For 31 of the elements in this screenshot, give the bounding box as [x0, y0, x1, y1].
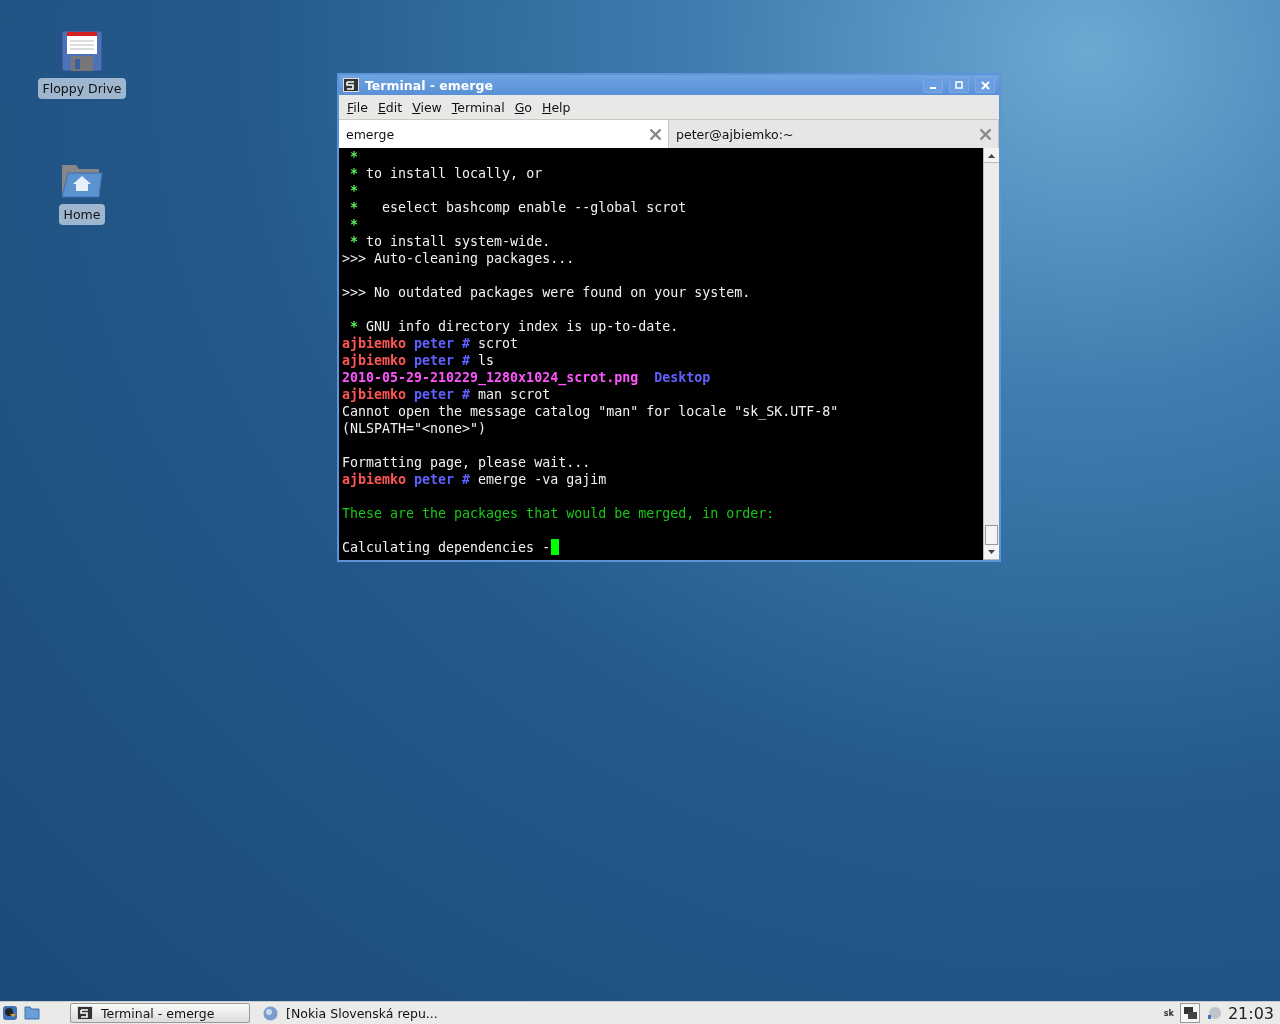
maximize-icon	[955, 81, 963, 89]
network-icon[interactable]	[1179, 1003, 1200, 1023]
close-tab-icon[interactable]	[979, 127, 992, 141]
clock[interactable]: 21:03	[1227, 1003, 1278, 1023]
maximize-button[interactable]	[949, 77, 969, 93]
globe-icon	[263, 1005, 278, 1021]
keyboard-layout[interactable]: sk	[1163, 1008, 1174, 1018]
menu-item[interactable]: Help	[538, 99, 575, 115]
scroll-down-arrow-icon[interactable]	[988, 549, 995, 555]
desktop-icon-label[interactable]: Floppy Drive	[37, 78, 127, 99]
menu-item[interactable]: Edit	[373, 99, 407, 115]
taskbar-button[interactable]: Terminal - emerge	[70, 1003, 250, 1023]
close-button[interactable]	[975, 77, 995, 93]
home-folder-icon[interactable]	[61, 162, 103, 198]
menu-item[interactable]: Go	[510, 99, 536, 115]
terminal-icon	[77, 1006, 93, 1020]
close-icon	[980, 80, 990, 90]
desktop-icon-label[interactable]: Home	[58, 204, 106, 225]
menu-item[interactable]: Terminal	[447, 99, 509, 115]
taskbar-button[interactable]: [Nokia Slovenská repu...	[256, 1003, 445, 1023]
scroll-up-arrow-icon[interactable]	[988, 152, 995, 158]
window-title: Terminal - emerge	[365, 77, 494, 93]
menu-item[interactable]: File	[343, 99, 372, 115]
menu-item[interactable]: View	[408, 99, 446, 115]
scrollbar-thumb[interactable]	[985, 525, 998, 545]
terminal-tab[interactable]: emerge	[339, 120, 669, 148]
terminal-app-icon	[343, 78, 359, 92]
folder-icon[interactable]	[24, 1006, 40, 1020]
scrollbar[interactable]	[983, 148, 999, 560]
close-tab-icon[interactable]	[649, 127, 662, 141]
minimize-button[interactable]	[923, 77, 943, 93]
